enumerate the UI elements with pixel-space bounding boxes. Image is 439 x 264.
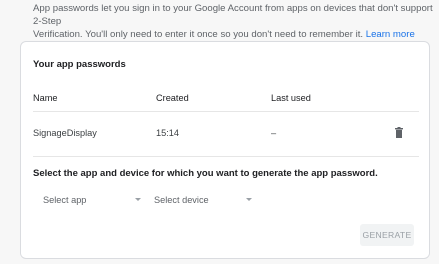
column-header-name: Name xyxy=(33,93,58,103)
intro-text: App passwords let you sign in to your Go… xyxy=(33,2,433,41)
divider xyxy=(33,156,419,157)
section-title: Your app passwords xyxy=(33,59,126,70)
divider xyxy=(33,111,419,112)
learn-more-link[interactable]: Learn more xyxy=(366,29,415,40)
column-header-created: Created xyxy=(156,93,189,103)
intro-line-2-text: Verification. You'll only need to enter … xyxy=(33,29,364,40)
select-device-label: Select device xyxy=(154,195,209,205)
chevron-down-icon xyxy=(135,198,141,201)
generate-instructions: Select the app and device for which you … xyxy=(33,168,378,179)
generate-button[interactable]: GENERATE xyxy=(360,224,414,246)
row-last-used: – xyxy=(271,128,277,138)
select-app-label: Select app xyxy=(43,195,87,205)
intro-line-1: App passwords let you sign in to your Go… xyxy=(33,3,433,27)
intro-line-2: Verification. You'll only need to enter … xyxy=(33,28,433,41)
app-passwords-card: Your app passwords Name Created Last use… xyxy=(20,41,430,259)
trash-icon[interactable] xyxy=(395,127,403,138)
select-device-dropdown[interactable]: Select device xyxy=(154,190,254,210)
row-name: SignageDisplay xyxy=(33,128,97,138)
chevron-down-icon xyxy=(246,198,252,201)
column-header-last-used: Last used xyxy=(271,93,311,103)
select-app-dropdown[interactable]: Select app xyxy=(43,190,143,210)
row-created: 15:14 xyxy=(156,128,179,138)
